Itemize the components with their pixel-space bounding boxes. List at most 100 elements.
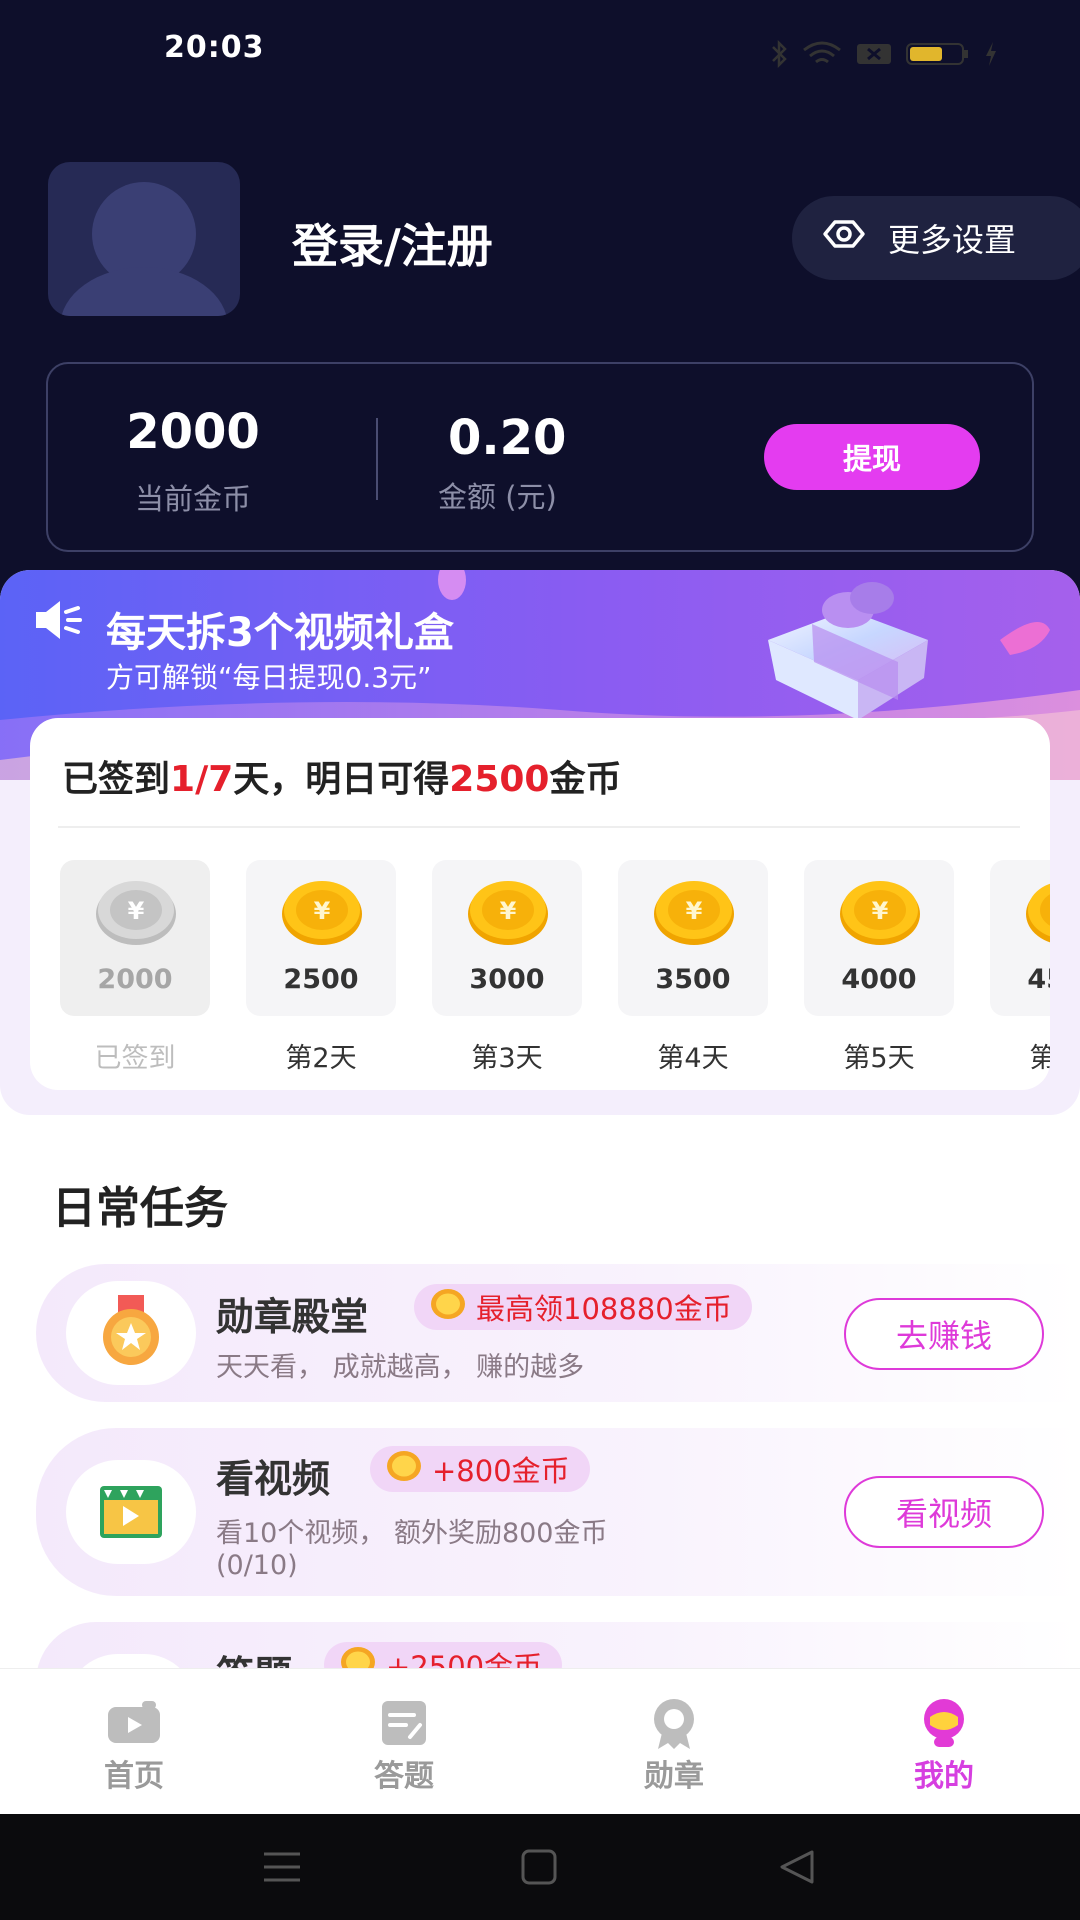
- more-settings-button[interactable]: 更多设置: [792, 196, 1080, 280]
- coin-icon: [384, 1449, 424, 1490]
- bluetooth-icon: [770, 39, 788, 72]
- signin-day-amount: 3500: [655, 964, 731, 995]
- signin-day[interactable]: ¥3500 第4天: [618, 860, 768, 1075]
- speaker-icon: [34, 598, 82, 646]
- login-register-link[interactable]: 登录/注册: [292, 210, 493, 276]
- signin-day-label: 第3天: [471, 1043, 543, 1074]
- video-clapper-icon: [66, 1460, 196, 1564]
- nav-home[interactable]: 首页: [74, 1697, 194, 1795]
- task-reward: +800金币: [432, 1454, 570, 1488]
- battery-icon: [906, 41, 970, 71]
- signin-day-card: ¥4000: [804, 860, 954, 1016]
- charging-icon: [984, 41, 998, 71]
- signin-day-card: ¥4500: [990, 860, 1050, 1016]
- signin-day-card: ¥2000: [60, 860, 210, 1016]
- nav-label: 勋章: [644, 1759, 704, 1794]
- signin-suffix: 金币: [549, 759, 622, 800]
- eye-settings-icon: [822, 216, 866, 260]
- task-description: 天天看， 成就越高， 赚的越多: [216, 1352, 585, 1383]
- status-time: 20:03: [164, 30, 265, 65]
- signin-day-amount: 4000: [841, 964, 917, 995]
- daily-tasks-title: 日常任务: [52, 1183, 228, 1234]
- signin-day[interactable]: ¥3000 第3天: [432, 860, 582, 1075]
- signin-day[interactable]: ¥2500 第2天: [246, 860, 396, 1075]
- profile-header: 20:03 登录/注册 更多设置 2000 当前金币 0.20 金额 (元) 提…: [0, 0, 1080, 620]
- signin-day-card: ¥3000: [432, 860, 582, 1016]
- more-settings-label: 更多设置: [888, 221, 1017, 259]
- video-gift-banner: 每天拆3个视频礼盒 方可解锁“每日提现0.3元” 已签到1/7天，明日可得250…: [0, 570, 1080, 1115]
- signin-divider: [58, 826, 1020, 828]
- current-coins-value: 2000: [126, 404, 260, 460]
- nav-mine[interactable]: 我的: [884, 1697, 1004, 1795]
- svg-text:¥: ¥: [314, 897, 331, 925]
- coin-icon: ¥: [1024, 878, 1050, 946]
- task-reward: 最高领108880金币: [476, 1292, 732, 1326]
- signin-day-label: 第6天: [1029, 1043, 1050, 1074]
- task-progress: (0/10): [216, 1550, 298, 1581]
- signin-day[interactable]: ¥4000 第5天: [804, 860, 954, 1075]
- task-medal-hall: 勋章殿堂 最高领108880金币 天天看， 成就越高， 赚的越多 去赚钱: [36, 1264, 1080, 1402]
- back-triangle-icon[interactable]: [778, 1848, 816, 1890]
- home-square-icon[interactable]: [520, 1848, 558, 1890]
- nav-label: 答题: [374, 1759, 434, 1794]
- task-watch-video: 看视频 +800金币 看10个视频， 额外奖励800金币 (0/10) 看视频: [36, 1428, 1080, 1596]
- coin-icon: ¥: [280, 878, 364, 946]
- nav-label: 我的: [914, 1759, 974, 1794]
- task-reward-badge: +800金币: [370, 1446, 590, 1492]
- coin-icon: ¥: [838, 878, 922, 946]
- signin-day[interactable]: ¥2000 已签到: [60, 860, 210, 1075]
- stat-divider: [376, 418, 378, 500]
- signin-day-label: 第4天: [657, 1043, 729, 1074]
- task-name: 勋章殿堂: [216, 1295, 369, 1339]
- signin-day-card: ¥2500: [246, 860, 396, 1016]
- signin-day[interactable]: ¥4500 第6天: [990, 860, 1050, 1075]
- profile-icon: [914, 1697, 974, 1749]
- amount-value: 0.20: [448, 410, 567, 466]
- earn-money-button[interactable]: 去赚钱: [844, 1298, 1044, 1370]
- task-reward-badge: 最高领108880金币: [414, 1284, 752, 1330]
- system-nav-bar: [0, 1814, 1080, 1920]
- wallet-card: 2000 当前金币 0.20 金额 (元) 提现: [46, 362, 1034, 552]
- signin-card: 已签到1/7天，明日可得2500金币 ¥2000 已签到 ¥2500 第2天 ¥3000…: [30, 718, 1050, 1090]
- svg-text:¥: ¥: [500, 897, 517, 925]
- avatar[interactable]: [48, 162, 240, 316]
- svg-text:¥: ¥: [686, 897, 703, 925]
- coin-icon: [428, 1287, 468, 1328]
- coin-icon: ¥: [94, 878, 178, 946]
- signin-day-amount: 2000: [97, 964, 173, 995]
- task-description: 看10个视频， 额外奖励800金币: [216, 1518, 608, 1549]
- signin-days-done: 1/7: [170, 759, 234, 800]
- signin-day-amount: 4500: [1027, 964, 1050, 995]
- nav-quiz[interactable]: 答题: [344, 1697, 464, 1795]
- signin-day-label: 第5天: [843, 1043, 915, 1074]
- wifi-icon: [802, 40, 842, 72]
- signin-day-card: ¥3500: [618, 860, 768, 1016]
- svg-text:¥: ¥: [128, 897, 145, 925]
- nav-label: 首页: [104, 1759, 164, 1794]
- withdraw-button[interactable]: 提现: [764, 424, 980, 490]
- current-coins-label: 当前金币: [134, 482, 251, 516]
- home-video-icon: [104, 1697, 164, 1749]
- nav-medal[interactable]: 勋章: [614, 1697, 734, 1795]
- menu-icon[interactable]: [262, 1850, 302, 1888]
- svg-text:¥: ¥: [872, 897, 889, 925]
- signin-status: 已签到1/7天，明日可得2500金币: [62, 750, 622, 802]
- status-bar: 20:03: [0, 30, 1080, 80]
- quiz-edit-icon: [374, 1697, 434, 1749]
- banner-title: 每天拆3个视频礼盒: [106, 610, 454, 656]
- amount-label: 金额 (元): [438, 480, 557, 514]
- signin-mid: 天，明日可得: [233, 759, 450, 800]
- signin-day-label: 已签到: [94, 1043, 176, 1074]
- signin-day-amount: 2500: [283, 964, 359, 995]
- signin-day-amount: 3000: [469, 964, 545, 995]
- signin-tomorrow-coins: 2500: [449, 759, 550, 800]
- coin-icon: ¥: [466, 878, 550, 946]
- task-name: 看视频: [216, 1457, 331, 1501]
- bottom-nav: 首页 答题 勋章 我的: [0, 1668, 1080, 1814]
- banner-subtitle: 方可解锁“每日提现0.3元”: [106, 661, 432, 694]
- medal-icon: [66, 1281, 196, 1385]
- watch-video-button[interactable]: 看视频: [844, 1476, 1044, 1548]
- no-sim-icon: [856, 41, 892, 71]
- medal-icon: [644, 1697, 704, 1749]
- status-icons: [770, 39, 998, 72]
